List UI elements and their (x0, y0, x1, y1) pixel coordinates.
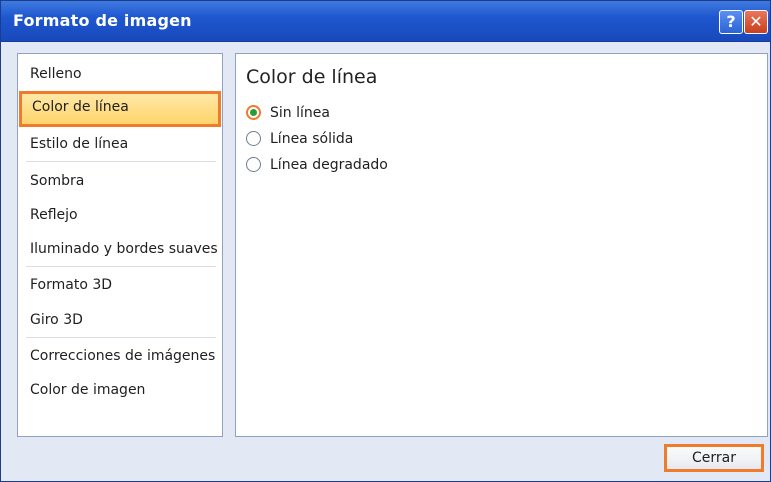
nav-item-iluminado[interactable]: Iluminado y bordes suaves (18, 234, 222, 264)
nav-item-estilo-de-linea[interactable]: Estilo de línea (18, 129, 222, 159)
close-button[interactable]: Cerrar (664, 444, 764, 472)
nav-item-correcciones[interactable]: Correcciones de imágenes (18, 341, 222, 371)
category-list: Relleno Color de línea Estilo de línea S… (17, 53, 223, 437)
radio-button[interactable] (246, 131, 261, 146)
radio-button-checked[interactable] (246, 105, 261, 120)
nav-divider (26, 161, 216, 162)
format-picture-dialog: Formato de imagen ? ✕ Relleno Color de l… (0, 0, 771, 482)
close-icon[interactable]: ✕ (744, 10, 768, 34)
title-bar[interactable]: Formato de imagen ? ✕ (1, 1, 770, 42)
nav-divider (26, 337, 216, 338)
options-panel: Color de línea Sin línea Línea sólida Lí… (235, 53, 768, 437)
radio-button[interactable] (246, 157, 261, 172)
section-title: Color de línea (246, 66, 378, 88)
nav-item-sombra[interactable]: Sombra (18, 166, 222, 196)
nav-item-color-de-imagen[interactable]: Color de imagen (18, 375, 222, 405)
nav-divider (26, 266, 216, 267)
dialog-title: Formato de imagen (13, 11, 192, 30)
nav-item-formato-3d[interactable]: Formato 3D (18, 270, 222, 300)
radio-label: Sin línea (270, 105, 330, 121)
radio-dot (250, 109, 257, 116)
nav-item-giro-3d[interactable]: Giro 3D (18, 305, 222, 335)
nav-item-reflejo[interactable]: Reflejo (18, 200, 222, 230)
radio-label: Línea degradado (270, 157, 388, 173)
nav-item-relleno[interactable]: Relleno (18, 59, 222, 89)
help-button[interactable]: ? (719, 10, 743, 34)
nav-item-color-de-linea[interactable]: Color de línea (19, 91, 221, 127)
radio-label: Línea sólida (270, 131, 354, 147)
